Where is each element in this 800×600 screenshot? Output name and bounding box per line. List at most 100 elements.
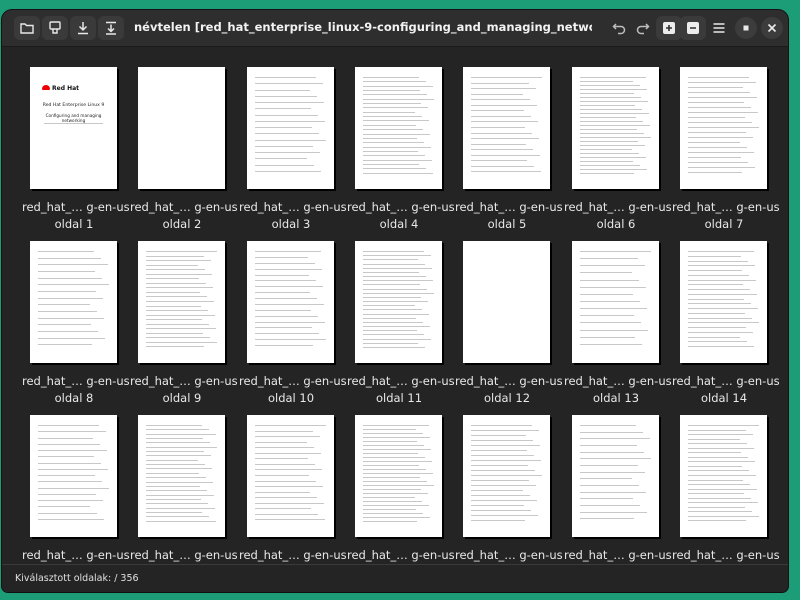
zoom-in-button[interactable] (656, 16, 682, 40)
page-thumbnail[interactable]: red_hat_… g-en-usoldal 19 (455, 415, 563, 564)
page-file-name: red_hat_… g-en-us (564, 548, 672, 562)
page-number-label: oldal 13 (592, 391, 640, 405)
minimize-icon (743, 25, 749, 31)
page-file-name: red_hat_… g-en-us (130, 200, 238, 214)
page-number-label: oldal 7 (704, 217, 744, 231)
open-icon (20, 23, 34, 34)
status-bar: Kiválasztott oldalak: / 356 (2, 564, 788, 592)
page-thumbnail[interactable]: red_hat_… g-en-us oldal 4 (347, 67, 455, 237)
page-preview (138, 415, 225, 537)
page-preview (463, 67, 550, 189)
page-thumbnail[interactable]: red_hat_… g-en-us oldal 11 (347, 241, 455, 411)
page-preview (247, 415, 334, 537)
page-preview (572, 67, 659, 189)
page-file-name: red_hat_… g-en-us (347, 548, 455, 562)
page-number-label: oldal 10 (267, 391, 315, 405)
page-number-label: oldal 5 (487, 217, 527, 231)
page-file-name: red_hat_… g-en-us (455, 200, 563, 214)
page-thumbnail[interactable]: red_hat_… g-en-us oldal 10 (239, 241, 347, 411)
page-thumbnail[interactable]: red_hat_… g-en-us oldal 2 (130, 67, 238, 237)
open-button[interactable] (14, 16, 40, 40)
page-number-label: oldal 9 (162, 391, 202, 405)
page-thumbnail[interactable]: red_hat_… g-en-us oldal 12 (455, 241, 563, 411)
page-file-name: red_hat_… g-en-us (455, 548, 563, 562)
menu-icon (713, 23, 725, 33)
page-number-label: oldal 8 (54, 391, 94, 405)
print-icon (49, 21, 61, 34)
page-number-label: oldal 2 (162, 217, 202, 231)
page-file-name: red_hat_… g-en-us (22, 200, 130, 214)
page-number-label: oldal 3 (271, 217, 311, 231)
close-icon (767, 23, 777, 33)
page-preview (680, 415, 767, 537)
page-file-name: red_hat_… g-en-us (239, 548, 347, 562)
header-bar: névtelen [red_hat_enterprise_linux-9-con… (2, 10, 788, 47)
page-file-name: red_hat_… g-en-us (347, 200, 455, 214)
page-preview (30, 241, 117, 363)
page-number-label: oldal 6 (596, 217, 636, 231)
import-button[interactable] (98, 16, 124, 40)
page-thumbnail[interactable]: red_hat_… g-en-usoldal 17 (239, 415, 347, 564)
page-number-label: oldal 12 (483, 391, 531, 405)
page-file-name: red_hat_… g-en-us (564, 200, 672, 214)
page-preview (355, 415, 442, 537)
zoom-out-button[interactable] (680, 16, 706, 40)
menu-button[interactable] (706, 16, 732, 40)
page-thumbnail[interactable]: red_hat_… g-en-usoldal 16 (130, 415, 238, 564)
page-number-label: oldal 1 (54, 217, 94, 231)
page-thumbnail[interactable]: red_hat_… g-en-usoldal 20 (564, 415, 672, 564)
page-number-label: oldal 11 (375, 391, 423, 405)
page-preview (247, 67, 334, 189)
page-preview (680, 67, 767, 189)
page-preview (138, 241, 225, 363)
print-button[interactable] (42, 16, 68, 40)
page-file-name: red_hat_… g-en-us (347, 374, 455, 388)
redo-icon (636, 23, 650, 35)
red-hat-logo: Red Hat (42, 85, 79, 92)
page-file-name: red_hat_… g-en-us (22, 374, 130, 388)
page-preview (680, 241, 767, 363)
page-number-label: oldal 4 (379, 217, 419, 231)
page-preview (572, 415, 659, 537)
undo-icon (612, 23, 626, 35)
page-file-name: red_hat_… g-en-us (239, 374, 347, 388)
page-file-name: red_hat_… g-en-us (672, 200, 780, 214)
page-preview (572, 241, 659, 363)
page-file-name: red_hat_… g-en-us (130, 548, 238, 562)
zoom-out-icon (687, 22, 699, 34)
page-file-name: red_hat_… g-en-us (239, 200, 347, 214)
page-preview (463, 415, 550, 537)
minimize-button[interactable] (735, 17, 757, 39)
selected-pages-label: Kiválasztott oldalak: / 356 (15, 573, 139, 584)
page-thumbnail[interactable]: red_hat_… g-en-us oldal 13 (564, 241, 672, 411)
page-file-name: red_hat_… g-en-us (672, 374, 780, 388)
page-thumbnail[interactable]: Red Hat Red Hat Enterprise Linux 9 Configu… (22, 67, 130, 237)
window-title: névtelen [red_hat_enterprise_linux-9-con… (134, 20, 592, 34)
page-thumbnail[interactable]: red_hat_… g-en-us oldal 14 (672, 241, 780, 411)
app-window: névtelen [red_hat_enterprise_linux-9-con… (2, 10, 788, 592)
page-preview (30, 415, 117, 537)
page-preview (355, 67, 442, 189)
page-thumbnail[interactable]: red_hat_… g-en-usoldal 18 (347, 415, 455, 564)
page-thumbnail[interactable]: red_hat_… g-en-us oldal 8 (22, 241, 130, 411)
cover-product-title: Red Hat Enterprise Linux 9 (42, 103, 105, 108)
page-thumbnail[interactable]: red_hat_… g-en-usoldal 15 (22, 415, 130, 564)
page-thumbnail[interactable]: red_hat_… g-en-us oldal 6 (564, 67, 672, 237)
page-thumbnail[interactable]: red_hat_… g-en-us oldal 7 (672, 67, 780, 237)
page-file-name: red_hat_… g-en-us (22, 548, 130, 562)
page-thumbnail[interactable]: red_hat_… g-en-us oldal 9 (130, 241, 238, 411)
page-thumbnail[interactable]: red_hat_… g-en-us oldal 3 (239, 67, 347, 237)
cover-subtitle: Configuring and managing networking (45, 113, 102, 123)
undo-button[interactable] (606, 16, 632, 40)
download-button[interactable] (70, 16, 96, 40)
close-button[interactable] (761, 17, 783, 39)
page-thumbnail[interactable]: red_hat_… g-en-us oldal 5 (455, 67, 563, 237)
page-file-name: red_hat_… g-en-us (672, 548, 780, 562)
page-thumbnail[interactable]: red_hat_… g-en-usoldal 21 (672, 415, 780, 564)
download-icon (78, 22, 88, 35)
page-file-name: red_hat_… g-en-us (455, 374, 563, 388)
page-preview (463, 241, 550, 363)
redo-button[interactable] (630, 16, 656, 40)
zoom-in-icon (663, 22, 675, 34)
page-preview: Red Hat Red Hat Enterprise Linux 9 Configu… (30, 67, 117, 189)
